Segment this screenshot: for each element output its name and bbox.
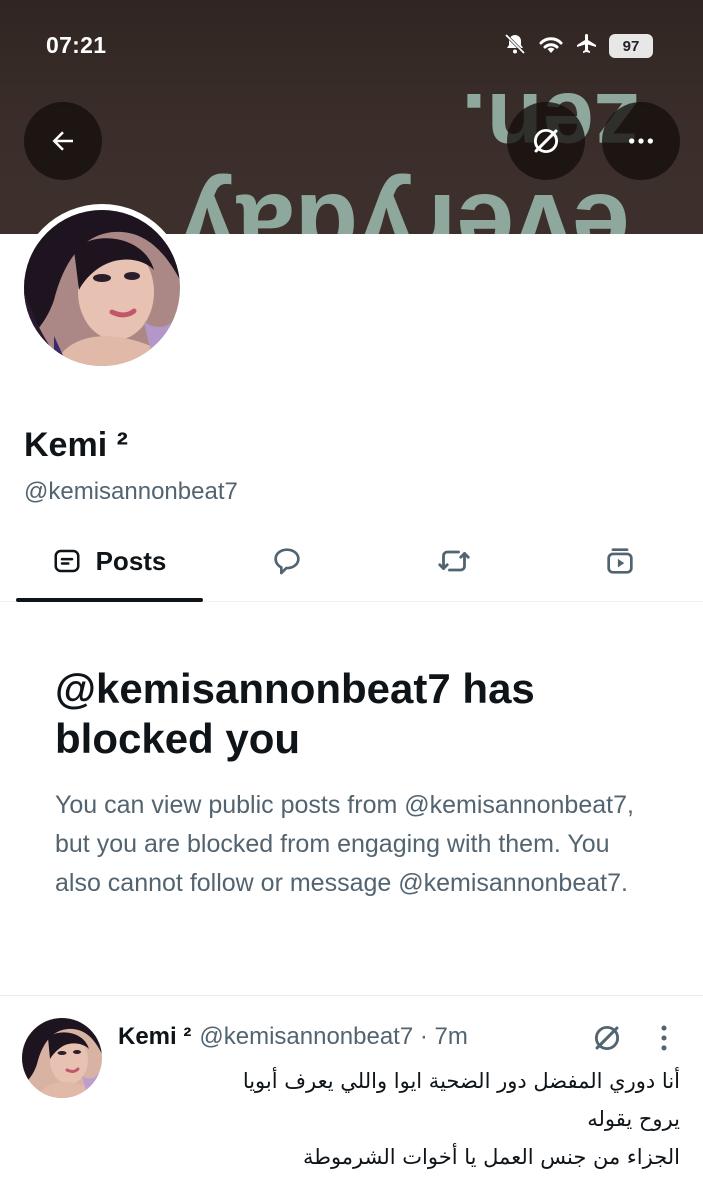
posts-icon — [54, 549, 80, 573]
more-button[interactable] — [602, 102, 680, 180]
wifi-icon — [537, 33, 565, 60]
bell-slash-icon — [503, 32, 527, 61]
tweet-author-name[interactable]: Kemi ² — [118, 1023, 191, 1051]
profile-tabs: Posts — [0, 520, 703, 602]
media-icon — [607, 548, 633, 574]
grok-icon — [594, 1025, 620, 1051]
reply-bubble-icon — [274, 548, 300, 575]
battery-icon: 97 — [609, 34, 653, 58]
display-name-text: Kemi — [24, 426, 108, 464]
display-name-suffix: ² — [116, 426, 128, 464]
profile-avatar[interactable] — [18, 204, 186, 372]
grok-icon — [533, 128, 559, 154]
tab-reposts[interactable] — [404, 520, 504, 602]
status-icons: 97 — [503, 32, 653, 60]
banner-text-bottom: everyday — [179, 172, 630, 234]
blocked-title: @kemisannonbeat7 has blocked you — [55, 665, 535, 762]
tab-media[interactable] — [570, 520, 670, 602]
divider — [0, 995, 703, 996]
profile-handle: @kemisannonbeat7 — [24, 478, 238, 505]
more-vertical-icon — [661, 1025, 667, 1051]
more-horizontal-icon — [629, 138, 653, 144]
tweet-meta: @kemisannonbeat7 · 7m — [199, 1023, 468, 1050]
tab-posts-label: Posts — [95, 545, 167, 576]
profile-display-name: Kemi ² — [24, 426, 128, 465]
blocked-description: You can view public posts from @kemisann… — [55, 791, 634, 897]
active-tab-indicator — [16, 598, 203, 602]
tab-posts[interactable]: Posts — [16, 520, 202, 602]
back-arrow-icon — [52, 131, 73, 151]
tweet-grok-button[interactable] — [590, 1021, 624, 1060]
tweet-more-button[interactable] — [655, 1021, 673, 1060]
tweet-text-line: يروح يقوله — [587, 1107, 680, 1131]
grok-button[interactable] — [507, 102, 585, 180]
tweet-avatar[interactable] — [22, 1018, 102, 1098]
tab-replies[interactable] — [237, 520, 337, 602]
tweet-text-line: الجزاء من جنس العمل يا أخوات الشرموطة — [302, 1145, 680, 1169]
tweet-header: Kemi ² @kemisannonbeat7 · 7m — [118, 1020, 468, 1054]
back-button[interactable] — [24, 102, 102, 180]
tweet-text-line: أنا دوري المفضل دور الضحية ايوا واللي يع… — [242, 1069, 680, 1093]
repost-icon — [438, 550, 470, 572]
avatar-photo — [24, 210, 180, 366]
status-bar: 07:21 97 — [0, 0, 703, 92]
airplane-icon — [575, 32, 599, 61]
tweet-text[interactable]: أنا دوري المفضل دور الضحية ايوا واللي يع… — [160, 1062, 680, 1176]
status-time: 07:21 — [46, 32, 107, 58]
